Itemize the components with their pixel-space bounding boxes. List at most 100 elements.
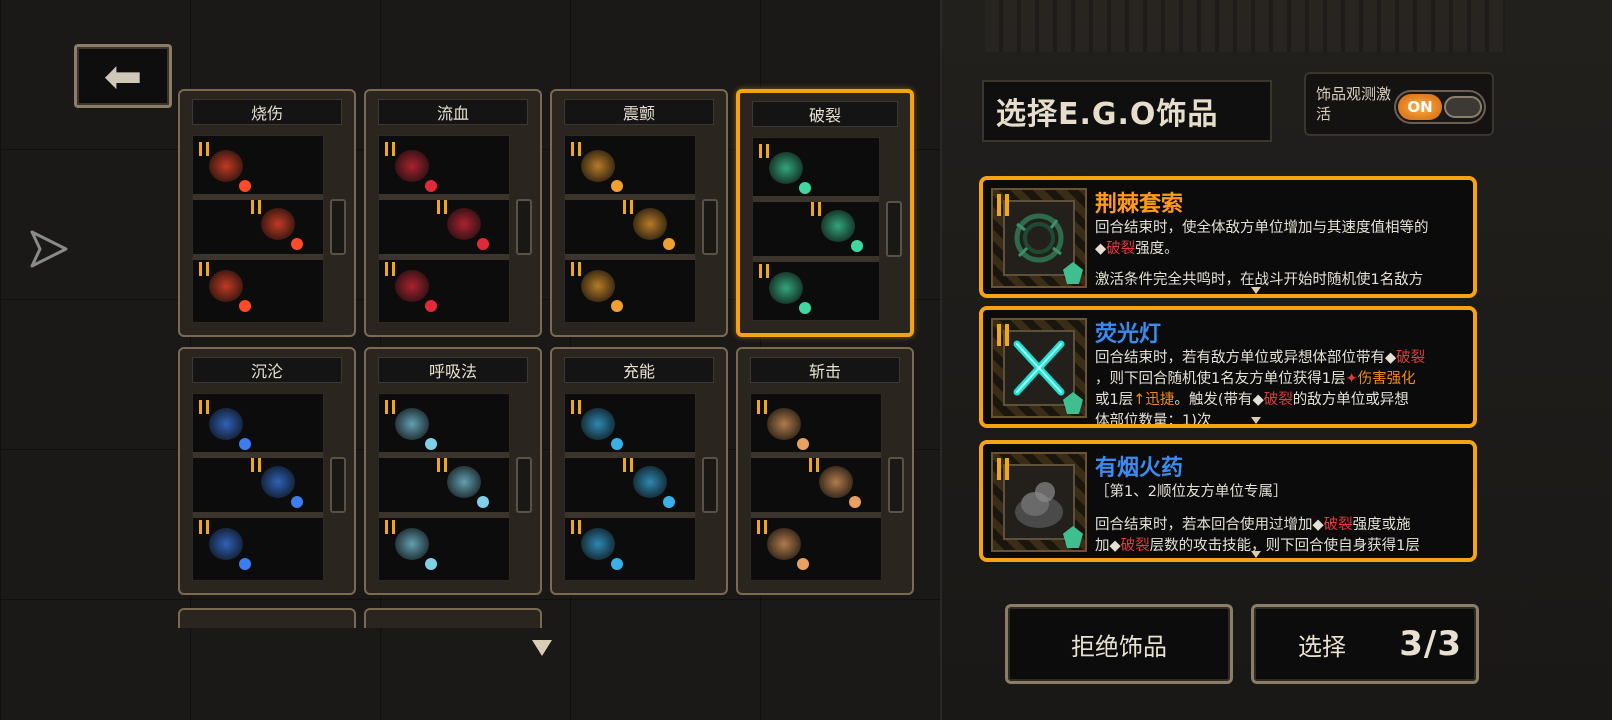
tier-ii-icon: [997, 324, 1009, 346]
scroll-down-icon[interactable]: [532, 640, 552, 656]
item-art-icon: [261, 208, 295, 240]
set-cell[interactable]: 呼吸法: [364, 347, 542, 595]
tier-ii-icon: [385, 142, 395, 156]
keyword-tag-icon: [291, 238, 303, 250]
tier-ii-icon: [997, 458, 1009, 480]
set-cell[interactable]: 烧伤: [178, 89, 356, 337]
ego-item-icon[interactable]: [197, 398, 253, 450]
item-art-icon: [447, 208, 481, 240]
ego-item-icon[interactable]: [569, 260, 625, 312]
item-art-icon: [581, 150, 615, 182]
card-name: 荆棘套索: [1095, 192, 1184, 217]
keyword-tag-icon: [799, 182, 811, 194]
top-decor-strip: [985, 0, 1505, 52]
tier-ii-icon: [571, 400, 581, 414]
ego-card-thorn-lasso[interactable]: 荆棘套索 回合结束时，使全体敌方单位增加与其速度值相等的 ◆破裂强度。 激活条件…: [979, 176, 1477, 298]
tier-ii-icon: [251, 200, 261, 214]
ego-item-icon[interactable]: [383, 398, 439, 450]
card-name: 有烟火药: [1095, 456, 1184, 481]
tier-ii-icon: [571, 262, 581, 276]
card-name: 荧光灯: [1095, 322, 1162, 347]
set-cell[interactable]: 沉沦: [178, 347, 356, 595]
set-cell[interactable]: 充能: [550, 347, 728, 595]
cabinet-handle: [330, 457, 346, 513]
ego-item-icon[interactable]: [807, 456, 863, 508]
keyword-tag-icon: [611, 558, 623, 570]
ego-item-icon[interactable]: [197, 518, 253, 570]
ego-item-icon[interactable]: [197, 140, 253, 192]
tier-ii-icon: [997, 194, 1009, 216]
toggle-on-indicator: ON: [1398, 94, 1442, 120]
ego-item-icon[interactable]: [569, 398, 625, 450]
ego-item-icon[interactable]: [249, 456, 305, 508]
set-cell[interactable]: 流血: [364, 89, 542, 337]
ego-item-icon[interactable]: [197, 260, 253, 312]
keyword-tag-icon: [239, 180, 251, 192]
tier-ii-icon: [385, 400, 395, 414]
item-shelf: [564, 135, 696, 323]
item-shelf: [378, 393, 510, 581]
toggle-knob: [1444, 96, 1482, 118]
ego-item-icon[interactable]: [757, 262, 813, 314]
item-art-icon: [819, 466, 853, 498]
tier-ii-icon: [757, 400, 767, 414]
ego-icon-gunpowder: [991, 452, 1087, 552]
send-arrow-icon[interactable]: [28, 228, 70, 270]
set-cell[interactable]: 震颤: [550, 89, 728, 337]
keyword-tag-icon: [291, 496, 303, 508]
cabinet-handle: [516, 457, 532, 513]
tier-ii-icon: [759, 144, 769, 158]
ego-item-icon[interactable]: [809, 200, 865, 252]
item-shelf: [752, 137, 880, 321]
tier-ii-icon: [811, 202, 821, 216]
keyword-tag-icon: [849, 496, 861, 508]
observe-toggle[interactable]: ON: [1394, 90, 1486, 124]
ego-item-icon[interactable]: [757, 142, 813, 194]
tier-ii-icon: [385, 520, 395, 534]
item-art-icon: [769, 272, 803, 304]
select-button[interactable]: 选择 3/3: [1251, 604, 1479, 684]
ego-card-fluorescent-lamp[interactable]: 荧光灯 回合结束时，若有敌方单位或异想体部位带有◆破裂 ，则下回合随机使1名友方…: [979, 306, 1477, 428]
item-art-icon: [395, 150, 429, 182]
keyword-tag-icon: [239, 438, 251, 450]
item-art-icon: [209, 408, 243, 440]
ego-item-icon[interactable]: [383, 260, 439, 312]
tier-ii-icon: [251, 458, 261, 472]
tier-ii-icon: [809, 458, 819, 472]
set-cell[interactable]: 破裂: [736, 89, 914, 337]
item-shelf: [378, 135, 510, 323]
select-count: 3/3: [1399, 624, 1462, 664]
item-art-icon: [633, 466, 667, 498]
back-button[interactable]: ⬅: [74, 44, 172, 108]
ego-card-smoky-gunpowder[interactable]: 有烟火药 ［第1、2顺位友方单位专属］ 回合结束时，若本回合使用过增加◆破裂强度…: [979, 440, 1477, 562]
tier-ii-icon: [757, 520, 767, 534]
ego-item-icon[interactable]: [435, 456, 491, 508]
item-art-icon: [209, 270, 243, 302]
item-art-icon: [209, 528, 243, 560]
select-label: 选择: [1298, 632, 1346, 661]
ego-item-icon[interactable]: [569, 140, 625, 192]
set-cell-partial[interactable]: [178, 608, 356, 628]
ego-item-icon[interactable]: [621, 198, 677, 250]
keyword-tag-icon: [477, 238, 489, 250]
set-name: 流血: [378, 99, 528, 125]
set-cell[interactable]: 斩击: [736, 347, 914, 595]
ego-item-icon[interactable]: [435, 198, 491, 250]
set-name: 充能: [564, 357, 714, 383]
ego-item-icon[interactable]: [383, 518, 439, 570]
item-shelf: [564, 393, 696, 581]
ego-item-icon[interactable]: [569, 518, 625, 570]
ego-item-icon[interactable]: [249, 198, 305, 250]
ego-item-icon[interactable]: [755, 398, 811, 450]
ego-item-icon[interactable]: [621, 456, 677, 508]
item-art-icon: [581, 528, 615, 560]
set-cell-partial[interactable]: [364, 608, 542, 628]
ego-item-icon[interactable]: [755, 518, 811, 570]
crossed-lamp-icon: [1013, 340, 1065, 396]
refuse-button[interactable]: 拒绝饰品: [1005, 604, 1233, 684]
cabinet-handle: [888, 457, 904, 513]
set-name: 震颤: [564, 99, 714, 125]
ego-item-icon[interactable]: [383, 140, 439, 192]
keyword-tag-icon: [799, 302, 811, 314]
scroll-caret-icon: [1251, 417, 1261, 424]
